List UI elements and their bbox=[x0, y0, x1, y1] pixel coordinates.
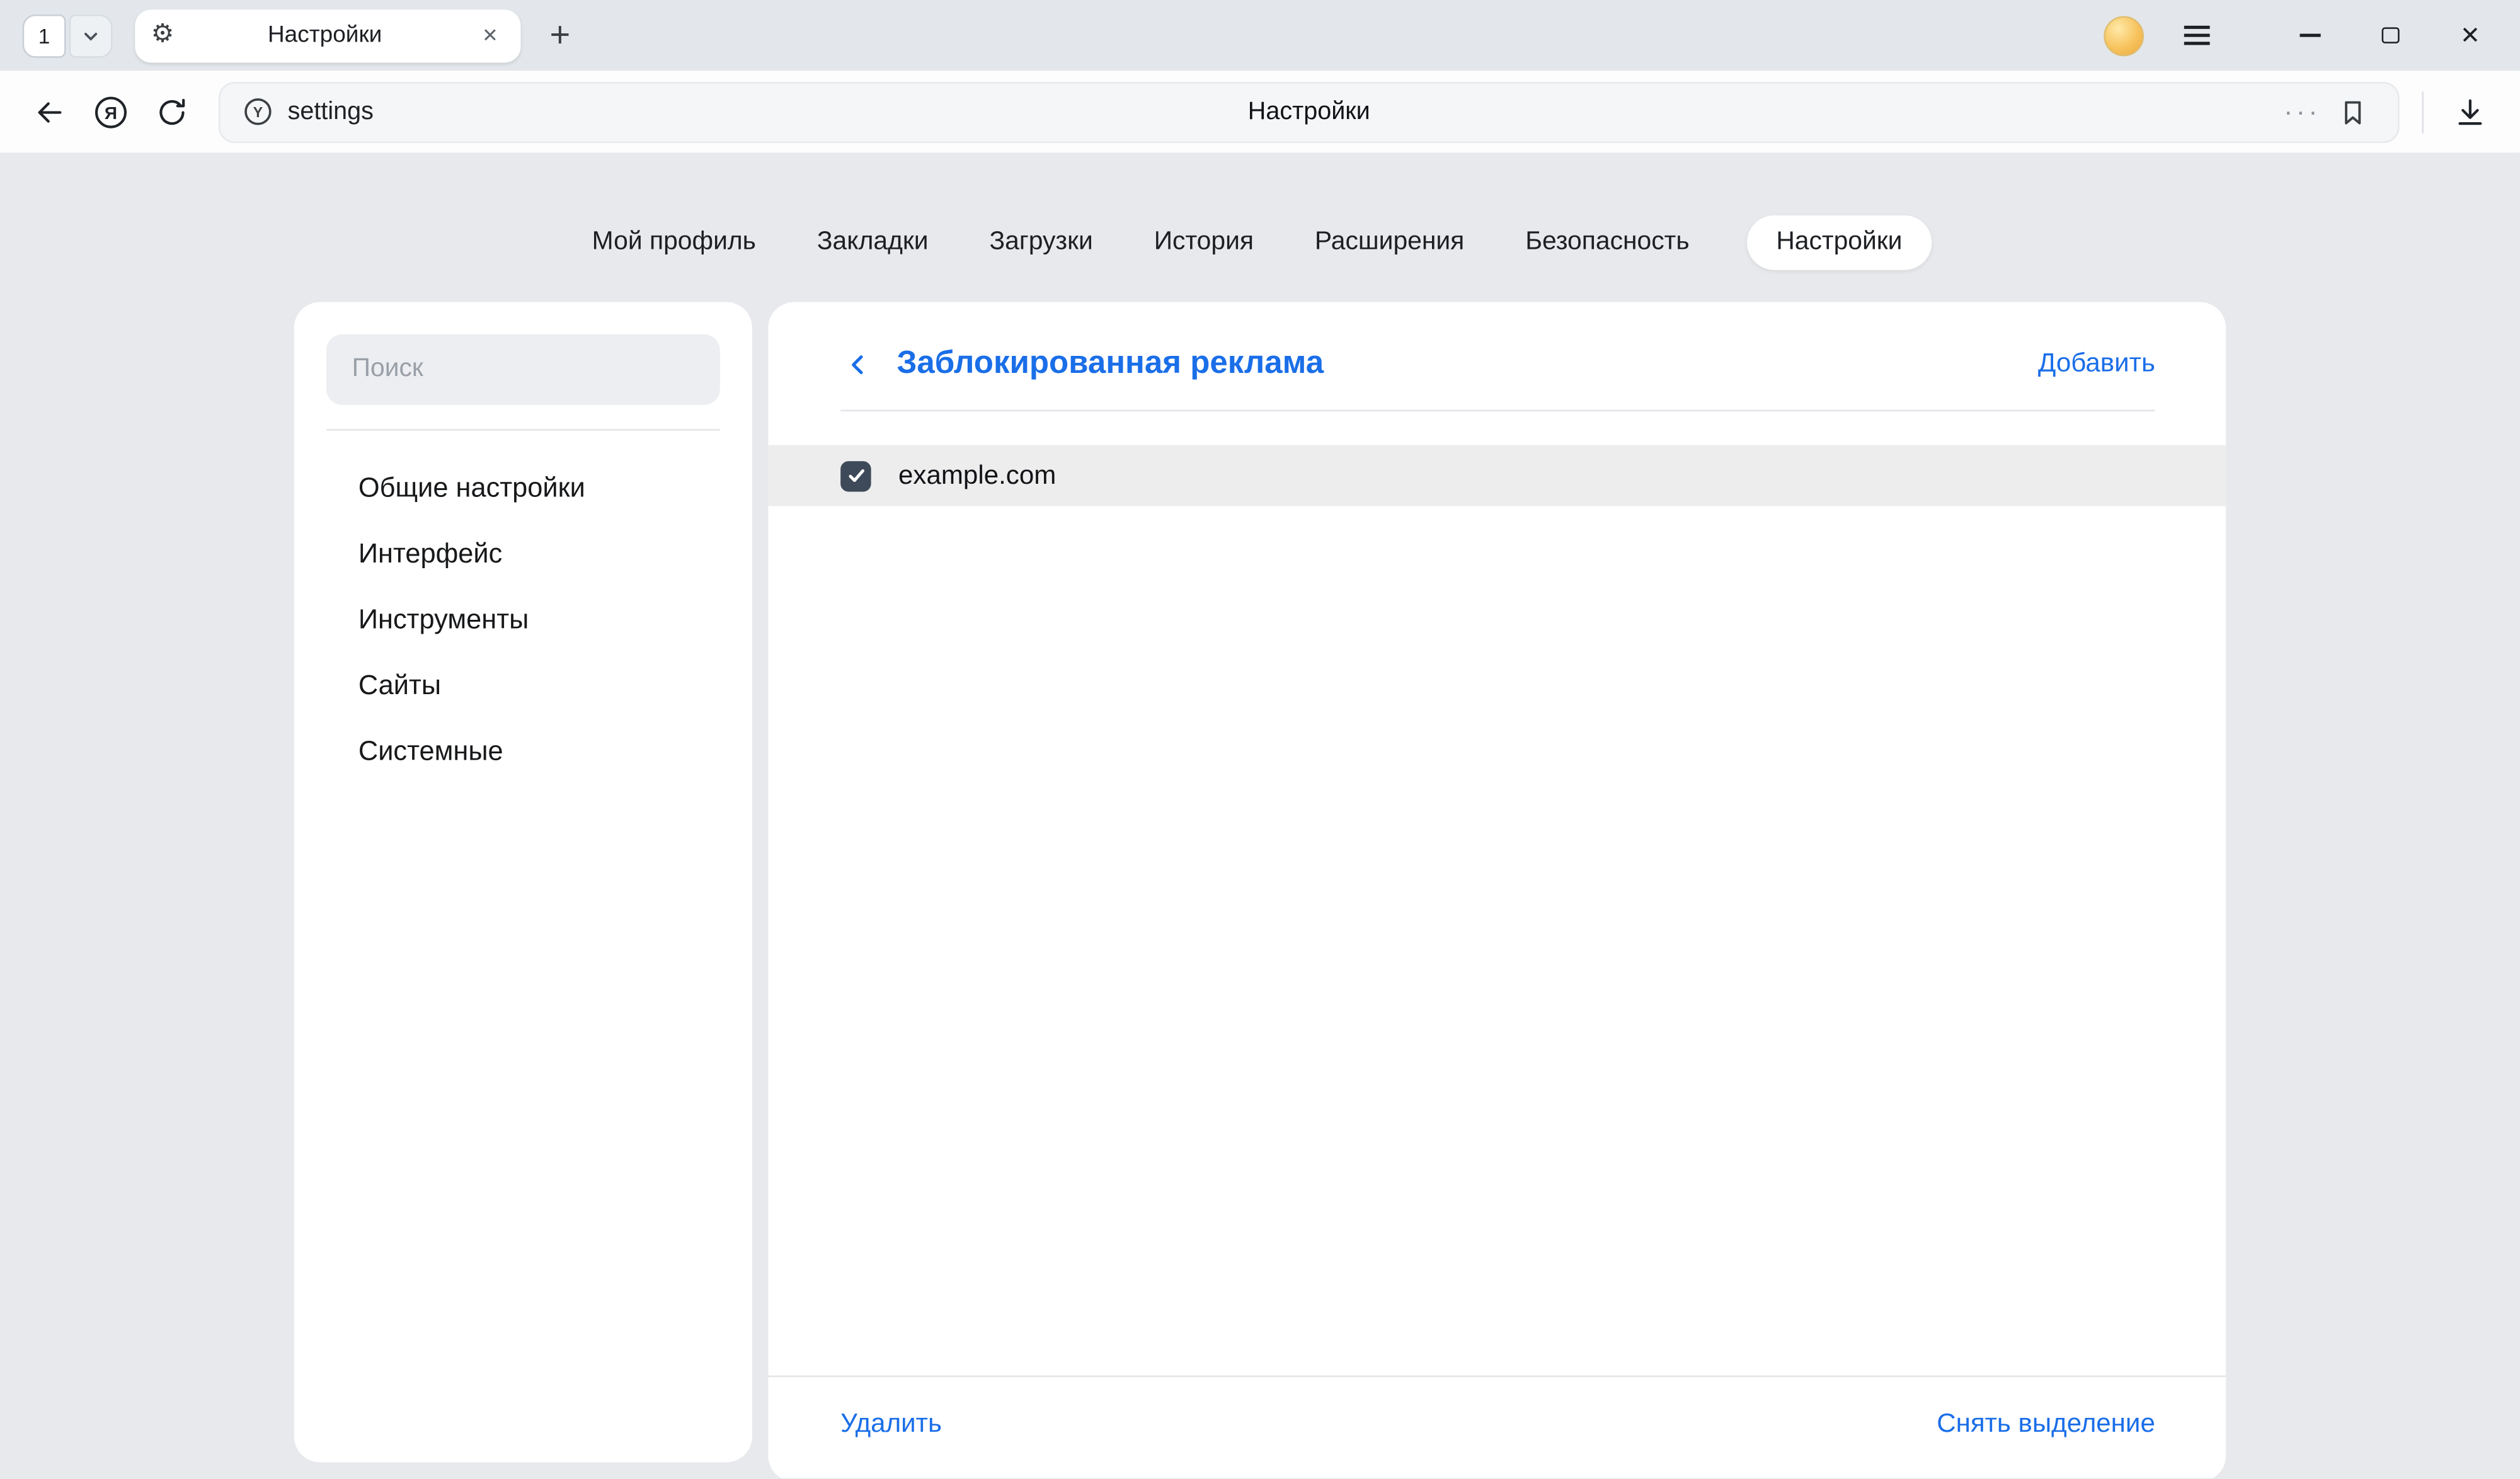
delete-button[interactable]: Удалить bbox=[840, 1409, 942, 1439]
search-input[interactable] bbox=[326, 334, 720, 405]
download-icon bbox=[2453, 94, 2488, 129]
tab-extensions[interactable]: Расширения bbox=[1312, 215, 1468, 270]
svg-text:Я: Я bbox=[105, 102, 117, 122]
tab-settings[interactable]: Настройки bbox=[1747, 215, 1931, 270]
sidebar-divider bbox=[326, 429, 720, 431]
tab-group-count-button[interactable]: 1 bbox=[23, 14, 66, 57]
tab-title: Настройки bbox=[174, 23, 476, 49]
row-domain: example.com bbox=[898, 460, 1056, 491]
address-query: settings bbox=[288, 97, 374, 126]
yandex-icon: Я bbox=[91, 93, 130, 131]
address-bar[interactable]: Y settings Настройки ··· bbox=[219, 81, 2400, 142]
settings-columns: Общие настройки Интерфейс Инструменты Са… bbox=[0, 302, 2520, 1478]
tab-group-chevron-button[interactable] bbox=[69, 14, 113, 57]
yandex-home-button[interactable]: Я bbox=[81, 81, 142, 142]
panel-title: Заблокированная реклама bbox=[896, 345, 2037, 382]
back-navigation-button[interactable] bbox=[20, 81, 81, 142]
minimize-button[interactable] bbox=[2282, 8, 2337, 63]
chevron-down-icon bbox=[82, 26, 100, 44]
tab-my-profile[interactable]: Мой профиль bbox=[589, 215, 759, 270]
row-checkbox[interactable] bbox=[840, 460, 871, 491]
panel-header: Заблокированная реклама Добавить bbox=[768, 302, 2226, 410]
chevron-left-icon bbox=[844, 350, 873, 379]
list-item[interactable]: example.com bbox=[768, 445, 2226, 506]
tab-bookmarks[interactable]: Закладки bbox=[814, 215, 932, 270]
sidebar-item-sites[interactable]: Сайты bbox=[326, 654, 720, 720]
sidebar-item-tools[interactable]: Инструменты bbox=[326, 588, 720, 654]
add-button[interactable]: Добавить bbox=[2038, 349, 2155, 379]
sidebar-item-system[interactable]: Системные bbox=[326, 720, 720, 786]
tab-downloads[interactable]: Загрузки bbox=[986, 215, 1096, 270]
reload-icon bbox=[154, 94, 190, 129]
blocked-ads-panel: Заблокированная реклама Добавить example… bbox=[768, 302, 2226, 1478]
avatar[interactable] bbox=[2104, 15, 2144, 55]
more-actions-icon[interactable]: ··· bbox=[2274, 91, 2330, 132]
panel-footer: Удалить Снять выделение bbox=[768, 1376, 2226, 1478]
tab-security[interactable]: Безопасность bbox=[1522, 215, 1693, 270]
downloads-button[interactable] bbox=[2439, 81, 2500, 142]
minimize-icon bbox=[2299, 34, 2320, 37]
maximize-icon bbox=[2381, 27, 2398, 43]
reload-button[interactable] bbox=[141, 81, 202, 142]
new-tab-button[interactable]: + bbox=[540, 18, 580, 53]
settings-nav: Мой профиль Закладки Загрузки История Ра… bbox=[0, 154, 2520, 302]
sidebar-list: Общие настройки Интерфейс Инструменты Са… bbox=[326, 456, 720, 785]
blocked-ads-list: example.com bbox=[768, 411, 2226, 1376]
settings-sidebar: Общие настройки Интерфейс Инструменты Са… bbox=[294, 302, 752, 1463]
tab-history[interactable]: История bbox=[1151, 215, 1257, 270]
browser-window: 1 ⚙ Настройки ✕ + ✕ Я Y bbox=[0, 0, 2520, 1478]
sidebar-item-general[interactable]: Общие настройки bbox=[326, 456, 720, 522]
address-page-title: Настройки bbox=[220, 97, 2398, 126]
hamburger-icon bbox=[2184, 34, 2210, 37]
sidebar-item-interface[interactable]: Интерфейс bbox=[326, 522, 720, 588]
tab-close-icon[interactable]: ✕ bbox=[476, 20, 505, 52]
check-icon bbox=[846, 466, 866, 486]
settings-page: Мой профиль Закладки Загрузки История Ра… bbox=[0, 154, 2520, 1478]
browser-toolbar: Я Y settings Настройки ··· bbox=[0, 71, 2520, 154]
window-close-button[interactable]: ✕ bbox=[2443, 8, 2498, 63]
tab-group-control: 1 bbox=[23, 14, 113, 57]
panel-back-button[interactable] bbox=[840, 346, 876, 382]
window-close-icon: ✕ bbox=[2460, 23, 2480, 47]
browser-tab-settings[interactable]: ⚙ Настройки ✕ bbox=[135, 9, 520, 62]
tab-strip: 1 ⚙ Настройки ✕ + ✕ bbox=[0, 0, 2520, 71]
gear-icon: ⚙ bbox=[151, 23, 175, 49]
bookmark-icon[interactable] bbox=[2330, 93, 2375, 131]
menu-button[interactable] bbox=[2176, 14, 2218, 56]
toolbar-divider bbox=[2422, 91, 2424, 132]
maximize-button[interactable] bbox=[2362, 8, 2417, 63]
back-arrow-icon bbox=[32, 94, 67, 129]
deselect-button[interactable]: Снять выделение bbox=[1937, 1409, 2155, 1439]
